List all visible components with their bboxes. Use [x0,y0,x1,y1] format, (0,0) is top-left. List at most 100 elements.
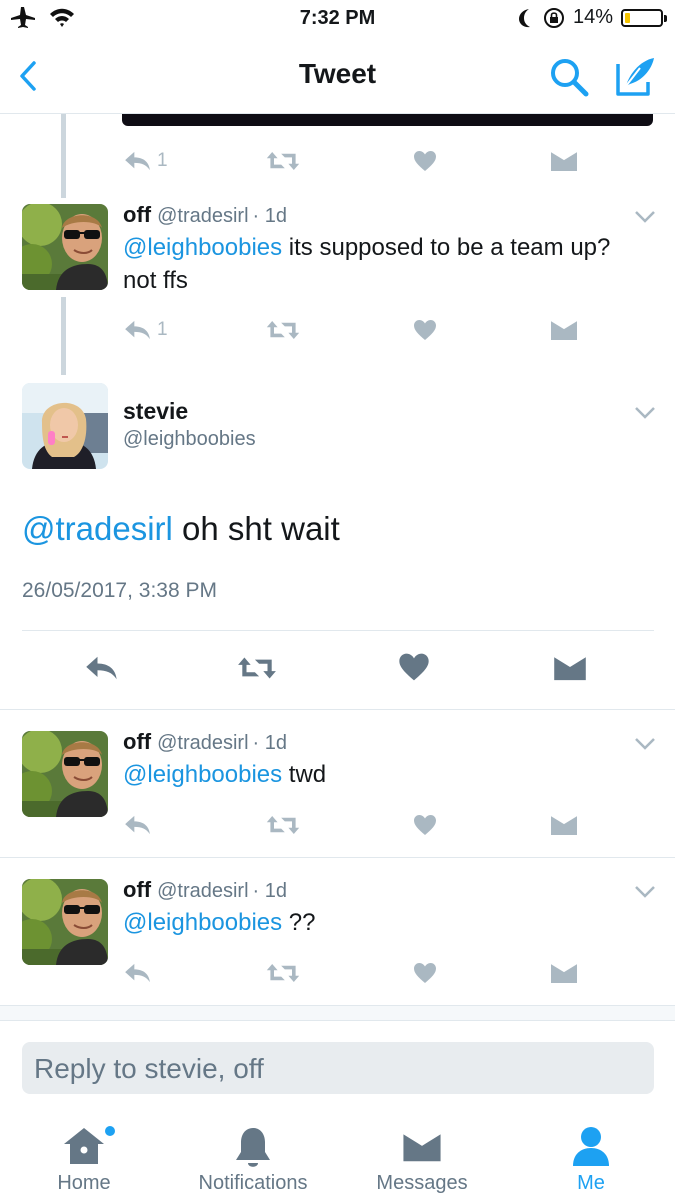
divider [22,630,654,631]
retweet-button[interactable] [265,317,301,343]
tab-icon-wrap [338,1126,506,1172]
reply-count: 1 [157,319,168,340]
home-icon [64,1128,104,1164]
avatar[interactable] [22,731,108,817]
like-button[interactable] [413,148,437,174]
avatar[interactable] [22,879,108,965]
notification-dot [105,1126,115,1136]
reply-button[interactable] [123,812,153,838]
envelope-icon[interactable] [553,654,587,682]
tab-icon-wrap [169,1126,337,1172]
focus-avatar[interactable] [22,383,108,469]
tab-icon-wrap [0,1126,168,1172]
reply-count: 1 [157,150,168,171]
mention-link[interactable]: @leighboobies [123,234,282,261]
retweet-button[interactable] [265,812,301,838]
tweet-header: off @tradesirl · 1d [123,202,287,228]
tab-bar: Home Notifications Messages Me [0,1110,675,1200]
tweet-actions: 1 [123,148,583,174]
tweet-body: ?? [282,909,316,936]
retweet-button[interactable] [265,148,301,174]
mention-link[interactable]: @tradesirl [22,510,173,547]
retweet-button[interactable] [265,960,301,986]
reply-icon[interactable] [84,654,120,682]
user-name[interactable]: off [123,877,151,902]
mention-link[interactable]: @leighboobies [123,909,282,936]
envelope-icon [550,319,578,341]
envelope-icon [550,962,578,984]
reply-input[interactable]: Reply to stevie, off [22,1042,654,1094]
tab-home[interactable]: Home [0,1110,168,1200]
user-handle[interactable]: @tradesirl [157,205,248,227]
chevron-down-icon[interactable] [634,737,656,751]
tweet-text: @leighboobies its supposed to be a team … [123,231,633,297]
focus-tweet-text: @tradesirl oh sht wait [22,510,340,548]
like-button[interactable] [413,317,437,343]
like-button[interactable] [413,960,437,986]
tweet-text: @leighboobies ?? [123,906,633,939]
heart-icon [413,319,437,341]
battery-level [625,12,630,23]
moon-icon [518,8,530,27]
retweet-icon[interactable] [236,654,278,682]
reply-icon [123,150,153,172]
user-name[interactable]: off [123,729,151,754]
dm-button[interactable] [550,812,578,838]
mention-link[interactable]: @leighboobies [123,761,282,788]
retweet-icon [265,962,301,984]
focus-timestamp: 26/05/2017, 3:38 PM [22,579,217,602]
user-name[interactable]: off [123,202,151,227]
retweet-icon [265,814,301,836]
reply-button[interactable]: 1 [123,148,168,174]
user-handle[interactable]: @tradesirl [157,880,248,902]
battery-icon [621,8,667,27]
tab-me[interactable]: Me [507,1110,675,1200]
tab-label: Me [577,1172,605,1194]
tweet-header: off @tradesirl · 1d [123,729,287,755]
tab-label: Messages [376,1172,468,1194]
tweet-actions [123,812,583,838]
tweet-age: · 1d [252,205,287,227]
heart-icon [413,814,437,836]
rotation-lock-icon [543,7,564,28]
person-icon [573,1127,609,1166]
chevron-down-icon[interactable] [634,406,656,420]
compose-tweet-icon[interactable] [612,54,658,100]
nav-bar: Tweet [0,38,675,114]
dm-button[interactable] [550,317,578,343]
tab-notifications[interactable]: Notifications [169,1110,337,1200]
tweet-actions [123,960,583,986]
search-icon[interactable] [548,56,590,98]
tweet-header: off @tradesirl · 1d [123,877,287,903]
retweet-icon [265,319,301,341]
reply-button[interactable] [123,960,153,986]
thread-line [61,114,66,198]
focus-tweet-body: oh sht wait [172,510,340,547]
like-button[interactable] [413,812,437,838]
heart-icon [413,962,437,984]
tweet-actions: 1 [123,317,583,343]
avatar[interactable] [22,204,108,290]
focus-user-name[interactable]: stevie [123,398,188,425]
reply-icon [123,962,153,984]
heart-icon[interactable] [398,652,430,682]
status-right: 14% [517,6,667,29]
dm-button[interactable] [550,960,578,986]
reply-button[interactable]: 1 [123,317,168,343]
focus-user-handle[interactable]: @leighboobies [123,428,256,451]
tab-messages[interactable]: Messages [338,1110,506,1200]
chevron-down-icon[interactable] [634,210,656,224]
divider [0,857,675,858]
attached-image-fragment[interactable] [122,114,653,126]
bell-icon [236,1128,270,1167]
battery-percent: 14% [572,6,613,28]
chevron-down-icon[interactable] [634,885,656,899]
section-separator [0,1005,675,1021]
tweet-age: · 1d [252,880,287,902]
envelope-icon [550,814,578,836]
user-handle[interactable]: @tradesirl [157,732,248,754]
status-bar: 7:32 PM 14% [0,0,675,38]
dm-button[interactable] [550,148,578,174]
tweet-text: @leighboobies twd [123,758,633,791]
tweet-body: twd [282,761,327,788]
